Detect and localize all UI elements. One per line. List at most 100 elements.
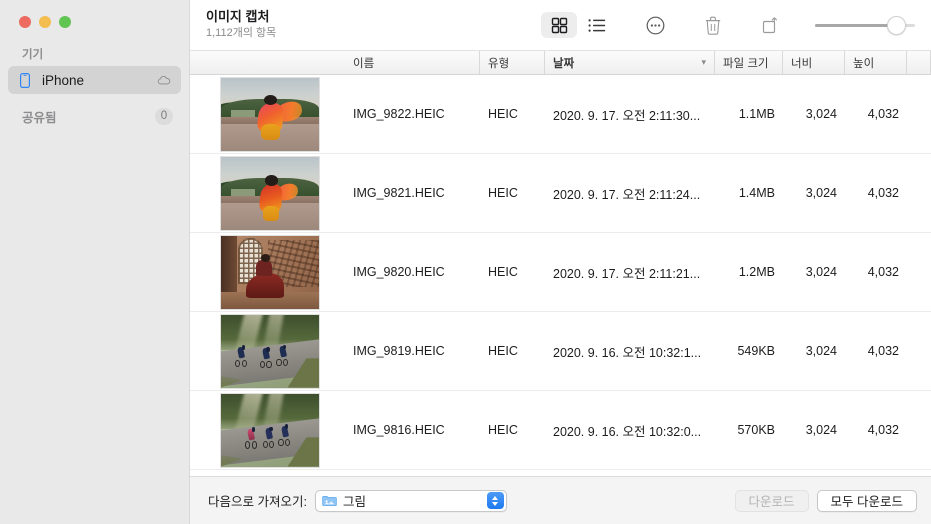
table-row[interactable]: IMG_9822.HEIC HEIC 2020. 9. 17. 오전 2:11:… xyxy=(190,75,931,154)
cell-name: IMG_9819.HEIC xyxy=(353,344,445,358)
blue-folder-icon xyxy=(322,495,337,507)
window-controls xyxy=(0,0,189,28)
column-header-width-label: 너비 xyxy=(791,57,813,70)
photo-thumbnail-cyclists-on-misty-road[interactable] xyxy=(220,313,320,389)
cell-height: 4,032 xyxy=(867,423,899,437)
cell-type: HEIC xyxy=(488,107,518,121)
grid-icon xyxy=(551,17,568,34)
sidebar-item-iphone[interactable]: iPhone xyxy=(8,66,181,94)
toolbar: 이미지 캡처 1,112개의 항목 xyxy=(190,0,931,50)
chevron-down-icon: ▾ xyxy=(701,57,706,67)
column-header-height[interactable]: 높이 xyxy=(845,51,907,74)
list-icon xyxy=(588,18,606,33)
thumbnail-cell xyxy=(190,312,345,391)
download-all-button[interactable]: 모두 다운로드 xyxy=(816,489,917,512)
column-header-size-label: 파일 크기 xyxy=(723,57,769,70)
column-header-extra[interactable] xyxy=(907,51,931,74)
column-header-thumbnail[interactable] xyxy=(190,51,345,74)
cell-width: 3,024 xyxy=(805,344,837,358)
import-to-label: 다음으로 가져오기: xyxy=(208,495,307,509)
download-button[interactable]: 다운로드 xyxy=(734,489,809,512)
sidebar-item-label: iPhone xyxy=(42,72,85,88)
photo-thumbnail-woman-in-red-dress-by-lattice-window[interactable] xyxy=(220,234,320,310)
column-header-name-label: 이름 xyxy=(353,57,375,70)
maximize-button[interactable] xyxy=(59,16,71,28)
thumbnail-cell xyxy=(190,233,345,312)
cell-width: 3,024 xyxy=(805,423,837,437)
sidebar-shared-label: 공유됨 xyxy=(22,110,57,125)
thumbnail-cell xyxy=(190,391,345,470)
column-header-height-label: 높이 xyxy=(853,57,875,70)
item-count-label: 1,112개의 항목 xyxy=(206,27,277,39)
cell-type: HEIC xyxy=(488,423,518,437)
trash-icon xyxy=(705,16,721,35)
minimize-button[interactable] xyxy=(39,16,51,28)
import-destination-popup[interactable]: 그림 xyxy=(314,489,507,512)
image-capture-window: 기기 iPhone 공유됨 0 이미지 캡처 1,112개의 항목 이름 유형 … xyxy=(0,0,931,524)
ellipsis-circle-icon xyxy=(646,16,665,35)
photo-list[interactable]: IMG_9822.HEIC HEIC 2020. 9. 17. 오전 2:11:… xyxy=(190,75,931,476)
cell-size: 570KB xyxy=(737,423,775,437)
page-title: 이미지 캡처 xyxy=(206,9,270,24)
table-row[interactable]: IMG_9820.HEIC HEIC 2020. 9. 17. 오전 2:11:… xyxy=(190,233,931,312)
slider-fill xyxy=(815,23,893,27)
list-view-button[interactable] xyxy=(579,12,615,38)
title-block: 이미지 캡처 1,112개의 항목 xyxy=(206,9,276,41)
column-header-name[interactable]: 이름 xyxy=(345,51,480,74)
cell-width: 3,024 xyxy=(805,107,837,121)
view-mode-group xyxy=(541,12,615,38)
shared-count-badge: 0 xyxy=(155,107,173,125)
column-header-size[interactable]: 파일 크기 xyxy=(715,51,783,74)
close-button[interactable] xyxy=(19,16,31,28)
download-all-button-label: 모두 다운로드 xyxy=(830,495,903,509)
cell-height: 4,032 xyxy=(867,186,899,200)
thumbnail-size-slider[interactable] xyxy=(815,14,915,36)
cell-date: 2020. 9. 16. 오전 10:32:0... xyxy=(553,424,702,439)
table-row[interactable]: IMG_9819.HEIC HEIC 2020. 9. 16. 오전 10:32… xyxy=(190,312,931,391)
cell-date: 2020. 9. 17. 오전 2:11:21... xyxy=(553,266,701,281)
main-content: 이미지 캡처 1,112개의 항목 이름 유형 날짜 ▾ 파일 크기 너비 높이… xyxy=(190,0,931,524)
bottom-bar: 다음으로 가져오기: 그림 다운로드 모두 다운로드 xyxy=(190,476,931,524)
column-header-date[interactable]: 날짜 ▾ xyxy=(545,51,715,74)
thumbnail-cell xyxy=(190,75,345,154)
rotate-button[interactable] xyxy=(753,12,789,38)
chevron-updown-icon[interactable] xyxy=(486,492,504,509)
grid-view-button[interactable] xyxy=(541,12,577,38)
rotate-icon xyxy=(762,16,780,35)
import-destination-value: 그림 xyxy=(342,495,366,509)
photo-thumbnail-woman-in-pink-sari-at-fort[interactable] xyxy=(220,76,320,152)
cell-size: 1.2MB xyxy=(738,265,775,279)
table-row[interactable]: IMG_9816.HEIC HEIC 2020. 9. 16. 오전 10:32… xyxy=(190,391,931,470)
cell-name: IMG_9816.HEIC xyxy=(353,423,445,437)
column-header-date-label: 날짜 xyxy=(553,57,575,70)
more-options-button[interactable] xyxy=(637,12,673,38)
cell-date: 2020. 9. 17. 오전 2:11:24... xyxy=(553,187,701,202)
cell-size: 549KB xyxy=(737,344,775,358)
column-header-type[interactable]: 유형 xyxy=(480,51,545,74)
sidebar-section-shared[interactable]: 공유됨 0 xyxy=(8,104,181,128)
photo-thumbnail-cyclists-on-misty-road-2[interactable] xyxy=(220,392,320,468)
cell-size: 1.4MB xyxy=(738,186,775,200)
cell-name: IMG_9820.HEIC xyxy=(353,265,445,279)
iphone-icon xyxy=(18,72,32,88)
cell-size: 1.1MB xyxy=(738,107,775,121)
photo-thumbnail-woman-in-orange-sari-at-fort[interactable] xyxy=(220,155,320,231)
column-header-width[interactable]: 너비 xyxy=(783,51,845,74)
cell-width: 3,024 xyxy=(805,186,837,200)
download-button-label: 다운로드 xyxy=(748,495,795,509)
cell-width: 3,024 xyxy=(805,265,837,279)
cell-height: 4,032 xyxy=(867,344,899,358)
thumbnail-cell xyxy=(190,154,345,233)
sidebar-section-devices-header: 기기 xyxy=(22,49,44,61)
cell-type: HEIC xyxy=(488,344,518,358)
delete-button[interactable] xyxy=(695,12,731,38)
cell-height: 4,032 xyxy=(867,265,899,279)
slider-knob[interactable] xyxy=(887,15,906,35)
column-header-row: 이름 유형 날짜 ▾ 파일 크기 너비 높이 xyxy=(190,50,931,75)
cell-date: 2020. 9. 16. 오전 10:32:1... xyxy=(553,345,702,360)
table-row[interactable]: IMG_9821.HEIC HEIC 2020. 9. 17. 오전 2:11:… xyxy=(190,154,931,233)
cell-name: IMG_9822.HEIC xyxy=(353,107,445,121)
cell-date: 2020. 9. 17. 오전 2:11:30... xyxy=(553,108,701,123)
cell-name: IMG_9821.HEIC xyxy=(353,186,445,200)
cell-height: 4,032 xyxy=(867,107,899,121)
